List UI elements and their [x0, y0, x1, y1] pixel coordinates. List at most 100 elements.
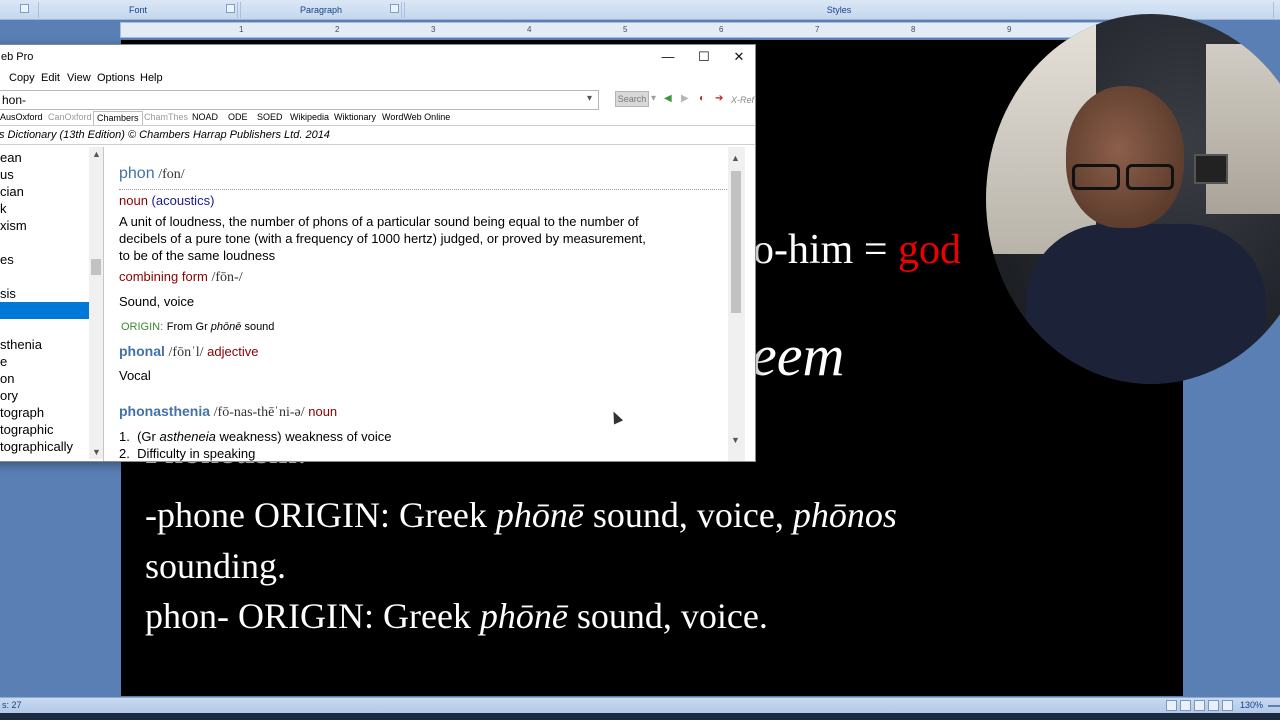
origin-text-italic: phōnē — [210, 321, 242, 333]
ribbon-group-label: Styles — [826, 5, 852, 15]
back-arrow-icon[interactable]: ◀ — [664, 93, 672, 104]
ruler-number: 6 — [719, 25, 724, 34]
origin-text: From Gr — [166, 321, 211, 333]
scroll-down-icon[interactable]: ▼ — [731, 435, 740, 445]
menu-help[interactable]: Help — [140, 72, 163, 84]
sense-1: 1. (Gr astheneia weakness) weakness of v… — [119, 429, 391, 444]
minimize-button[interactable]: — — [651, 47, 685, 67]
ribbon-group-font[interactable]: Font — [38, 2, 238, 18]
wordweb-window: eb Pro — ☐ ✕ Copy Edit View Options Help… — [0, 44, 756, 462]
menu-options[interactable]: Options — [97, 72, 135, 84]
web-layout-view-icon[interactable] — [1194, 700, 1205, 711]
search-button[interactable]: Search — [615, 91, 649, 107]
sense-number: 2. — [119, 446, 130, 461]
definition-pane[interactable]: phon /fon/ noun (acoustics) A unit of lo… — [105, 147, 755, 461]
tab-noad[interactable]: NOAD — [189, 111, 221, 125]
chevron-down-icon[interactable]: ▾ — [651, 93, 656, 104]
list-item[interactable]: on — [0, 370, 90, 387]
full-screen-view-icon[interactable] — [1180, 700, 1191, 711]
word-list-scrollbar[interactable] — [89, 147, 103, 459]
definition-text: A unit of loudness, the number of phons … — [119, 214, 639, 229]
tab-wordweb-online[interactable]: WordWeb Online — [379, 111, 453, 125]
tab-wikipedia[interactable]: Wikipedia — [287, 111, 332, 125]
zoom-level[interactable]: 130% — [1240, 700, 1263, 710]
tab-ausoxford[interactable]: AusOxford — [0, 111, 46, 125]
word-list[interactable]: ean us cian k xism es sis sthenia e on o… — [0, 147, 104, 461]
list-item[interactable]: sis — [0, 285, 90, 302]
word-count[interactable]: s: 27 — [2, 700, 22, 710]
list-item[interactable]: k — [0, 200, 90, 217]
chevron-down-icon[interactable]: ▾ — [587, 93, 592, 104]
maximize-button[interactable]: ☐ — [687, 47, 721, 67]
print-layout-view-icon[interactable] — [1166, 700, 1177, 711]
pronunciation: /fō-nas-thēˈni-ə/ — [213, 405, 305, 420]
slide-line-god: o-him = god — [753, 226, 961, 274]
headword[interactable]: phonasthenia — [119, 403, 210, 419]
ruler-number: 3 — [431, 25, 436, 34]
pronunciation: /fon/ — [158, 167, 185, 182]
list-item[interactable]: e — [0, 353, 90, 370]
tab-wiktionary[interactable]: Wiktionary — [331, 111, 379, 125]
headword[interactable]: phon — [119, 165, 155, 182]
forward-arrow-icon[interactable]: ▶ — [681, 93, 689, 104]
list-item[interactable]: ean — [0, 149, 90, 166]
menu-edit[interactable]: Edit — [41, 72, 60, 84]
tab-chambers[interactable]: Chambers — [93, 111, 143, 125]
glasses-icon — [1072, 164, 1120, 190]
list-item[interactable]: ory — [0, 387, 90, 404]
slide-text-segment: -phone ORIGIN: Greek — [145, 495, 496, 535]
menu-copy[interactable]: Copy — [9, 72, 35, 84]
speaker-icon[interactable]: ◐ — [699, 93, 705, 104]
definition-text: to be of the same loudness — [119, 248, 276, 263]
scroll-up-icon[interactable]: ▲ — [731, 153, 740, 163]
list-item[interactable]: sthenia — [0, 336, 90, 353]
word-status-bar: s: 27 130% — [0, 697, 1280, 713]
font-dialog-launcher-icon[interactable] — [226, 4, 235, 13]
tab-ode[interactable]: ODE — [225, 111, 251, 125]
list-item[interactable] — [0, 319, 90, 336]
tab-chamthes[interactable]: ChamThes — [141, 111, 191, 125]
close-button[interactable]: ✕ — [722, 47, 756, 67]
slide-line-phone-origin: -phone ORIGIN: Greek phōnē sound, voice,… — [145, 494, 897, 536]
scrollbar-thumb[interactable] — [91, 259, 101, 275]
xref-arrow-icon[interactable]: ➔ — [715, 93, 723, 104]
outline-view-icon[interactable] — [1208, 700, 1219, 711]
list-item[interactable]: es — [0, 251, 90, 268]
list-item[interactable]: xism — [0, 217, 90, 234]
part-of-speech: adjective — [207, 344, 259, 359]
list-item[interactable]: tographically — [0, 438, 90, 455]
ruler-number: 8 — [911, 25, 916, 34]
list-item[interactable]: cian — [0, 183, 90, 200]
tab-soed[interactable]: SOED — [254, 111, 286, 125]
draft-view-icon[interactable] — [1222, 700, 1233, 711]
list-item[interactable]: tograph — [0, 404, 90, 421]
ribbon-group-label: Paragraph — [299, 5, 343, 15]
sense-number: 1. — [119, 429, 130, 444]
zoom-slider[interactable] — [1268, 705, 1280, 707]
entry-phon-header: phon /fon/ — [119, 165, 185, 183]
scrollbar-thumb[interactable] — [731, 171, 741, 313]
glasses-icon — [1126, 164, 1174, 190]
ribbon-group-paragraph[interactable]: Paragraph — [240, 2, 402, 18]
scroll-up-icon[interactable]: ▲ — [92, 149, 101, 159]
paragraph-dialog-launcher-icon[interactable] — [390, 4, 399, 13]
scroll-down-icon[interactable]: ▼ — [92, 447, 101, 457]
ruler-number: 7 — [815, 25, 820, 34]
list-item[interactable] — [0, 268, 90, 285]
list-item[interactable]: us — [0, 166, 90, 183]
entry-phon-pos: noun (acoustics) — [119, 193, 214, 208]
dictionary-tabs: AusOxford CanOxford Chambers ChamThes NO… — [0, 111, 755, 125]
list-item[interactable]: tographic — [0, 421, 90, 438]
entry-phonal-header: phonal /fōnˈl/ adjective — [119, 343, 258, 361]
xref-button[interactable]: X-Ref — [731, 95, 754, 105]
clipboard-dialog-launcher-icon[interactable] — [20, 4, 29, 13]
tab-canoxford[interactable]: CanOxford — [45, 111, 95, 125]
headword[interactable]: phonal — [119, 343, 165, 359]
search-input[interactable] — [0, 90, 599, 110]
menu-view[interactable]: View — [67, 72, 91, 84]
list-item-selected[interactable] — [0, 302, 90, 319]
list-item[interactable] — [0, 234, 90, 251]
slide-text-italic: phōnē — [479, 596, 568, 636]
wordweb-title-bar[interactable]: eb Pro — ☐ ✕ — [0, 45, 755, 69]
subject-label[interactable]: (acoustics) — [152, 193, 215, 208]
